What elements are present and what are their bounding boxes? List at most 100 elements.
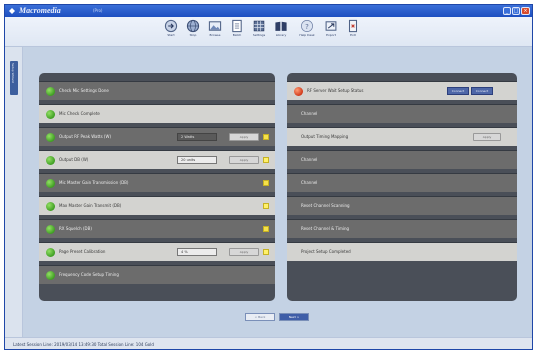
next-button[interactable]: Next > xyxy=(279,313,309,321)
grid-icon xyxy=(253,20,265,32)
settings-row: RX Squelch (DB) xyxy=(39,219,275,238)
row-label: Channel xyxy=(301,157,318,162)
status-ok-icon xyxy=(46,248,55,257)
settings-row: Max Master Gain Transmit (DB) xyxy=(39,196,275,215)
status-ok-icon xyxy=(46,110,55,119)
status-row: RF Server Wait Setup Status Connect Conn… xyxy=(287,81,517,100)
toolbar-exit-button[interactable]: Exit xyxy=(343,19,363,45)
status-ok-icon xyxy=(46,87,55,96)
toolbar-label: Settings xyxy=(252,33,266,37)
row-label: Channel xyxy=(301,180,318,185)
row-label: Output RF Peak Watts (W) xyxy=(59,134,112,139)
status-led-icon xyxy=(263,203,269,209)
toolbar-label: Exit xyxy=(350,33,356,37)
toolbar-help-button[interactable]: ? Help Desk xyxy=(297,19,317,45)
row-label: Mic Master Gain Transmission (DB) xyxy=(59,180,129,185)
toolbar-label: Export xyxy=(326,33,336,37)
apply-button[interactable]: Apply xyxy=(229,156,259,164)
apply-button[interactable]: Apply xyxy=(473,133,501,141)
status-ok-icon xyxy=(46,133,55,142)
settings-row: Output RF Peak Watts (W) 2 Watts Apply xyxy=(39,127,275,146)
row-label: Reset Channel Scanning xyxy=(301,203,350,208)
right-status-panel: RF Server Wait Setup Status Connect Conn… xyxy=(287,73,517,301)
settings-row: Mic Check Complete xyxy=(39,104,275,123)
status-row: Channel xyxy=(287,150,517,169)
sidebar-tab-label: Setup Wizard xyxy=(11,63,15,83)
circle-arrow-icon xyxy=(164,19,178,33)
toolbar-label: Library xyxy=(275,33,287,37)
value-field[interactable]: 4 % xyxy=(177,248,217,256)
row-label: Check Mic Settings Done xyxy=(59,88,109,93)
toolbar-start-button[interactable]: Start xyxy=(161,19,181,45)
export-icon xyxy=(325,21,337,31)
settings-row: Output DB (W) 20 units Apply xyxy=(39,150,275,169)
row-label: Project Setup Completed xyxy=(301,249,351,254)
row-label: Reset Channel & Timing xyxy=(301,226,350,231)
connect-button[interactable]: Connect xyxy=(447,87,469,95)
status-led-icon xyxy=(263,249,269,255)
maximize-button[interactable]: □ xyxy=(512,7,520,15)
toolbar-label: Help Desk xyxy=(299,33,315,37)
status-ok-icon xyxy=(46,271,55,280)
main-content: Check Mic Settings Done Mic Check Comple… xyxy=(23,47,532,337)
row-label: Max Master Gain Transmit (DB) xyxy=(59,203,122,208)
connect-button[interactable]: Connect xyxy=(471,87,493,95)
close-button[interactable]: × xyxy=(521,7,530,15)
toolbar-label: Start xyxy=(167,33,175,37)
toolbar-batch-button[interactable]: Batch xyxy=(227,19,247,45)
status-row: Channel xyxy=(287,173,517,192)
status-row: Reset Channel & Timing xyxy=(287,219,517,238)
exit-icon xyxy=(348,19,358,33)
toolbar-label: Stop xyxy=(189,33,197,37)
sidebar: Setup Wizard xyxy=(5,47,23,337)
row-label: Mic Check Complete xyxy=(59,111,100,116)
wizard-navigation: < Back Next > xyxy=(245,313,345,323)
row-label: RX Squelch (DB) xyxy=(59,226,92,231)
toolbar-settings-button[interactable]: Settings xyxy=(249,19,269,45)
row-label: RF Server Wait Setup Status xyxy=(307,88,364,93)
app-window: Macromedia (Pro) _ □ × Start Stop Browse… xyxy=(4,4,533,350)
status-ok-icon xyxy=(46,179,55,188)
minimize-button[interactable]: _ xyxy=(503,7,511,15)
toolbar-browse-button[interactable]: Browse xyxy=(205,19,225,45)
status-ok-icon xyxy=(46,156,55,165)
value-field[interactable]: 2 Watts xyxy=(177,133,217,141)
status-error-icon xyxy=(294,87,303,96)
window-title: Macromedia xyxy=(19,6,61,15)
status-bar: Latest Session Line: 2019/03/14 13:49:30… xyxy=(5,337,532,349)
toolbar: Start Stop Browse Batch Settings Library… xyxy=(5,17,532,47)
apply-button[interactable]: Apply xyxy=(229,248,259,256)
back-button[interactable]: < Back xyxy=(245,313,275,321)
settings-row: Check Mic Settings Done xyxy=(39,81,275,100)
status-text: Latest Session Line: 2019/03/14 13:49:30… xyxy=(13,342,154,347)
toolbar-stop-button[interactable]: Stop xyxy=(183,19,203,45)
settings-row: Frequency Code Setup Timing xyxy=(39,265,275,284)
toolbar-label: Batch xyxy=(232,33,242,37)
document-icon xyxy=(232,19,242,33)
status-row: Output Timing Mapping Apply xyxy=(287,127,517,146)
row-label: Page Preset Calibration xyxy=(59,249,106,254)
toolbar-export-button[interactable]: Export xyxy=(321,19,341,45)
svg-text:?: ? xyxy=(305,23,309,31)
window-subtitle: (Pro) xyxy=(93,8,103,13)
left-settings-panel: Check Mic Settings Done Mic Check Comple… xyxy=(39,73,275,301)
status-row: Project Setup Completed xyxy=(287,242,517,261)
row-label: Output Timing Mapping xyxy=(301,134,349,139)
status-led-icon xyxy=(263,180,269,186)
status-led-icon xyxy=(263,226,269,232)
row-label: Channel xyxy=(301,111,318,116)
sidebar-tab-setup[interactable]: Setup Wizard xyxy=(10,61,18,95)
apply-button[interactable]: Apply xyxy=(229,133,259,141)
status-led-icon xyxy=(263,157,269,163)
row-label: Output DB (W) xyxy=(59,157,89,162)
settings-row: Mic Master Gain Transmission (DB) xyxy=(39,173,275,192)
image-icon xyxy=(208,21,222,31)
title-bar: Macromedia (Pro) _ □ × xyxy=(5,5,532,17)
status-row: Channel xyxy=(287,104,517,123)
status-row: Reset Channel Scanning xyxy=(287,196,517,215)
value-field[interactable]: 20 units xyxy=(177,156,217,164)
toolbar-library-button[interactable]: Library xyxy=(271,19,291,45)
help-icon: ? xyxy=(301,20,313,32)
status-led-icon xyxy=(263,134,269,140)
row-label: Frequency Code Setup Timing xyxy=(59,272,119,277)
